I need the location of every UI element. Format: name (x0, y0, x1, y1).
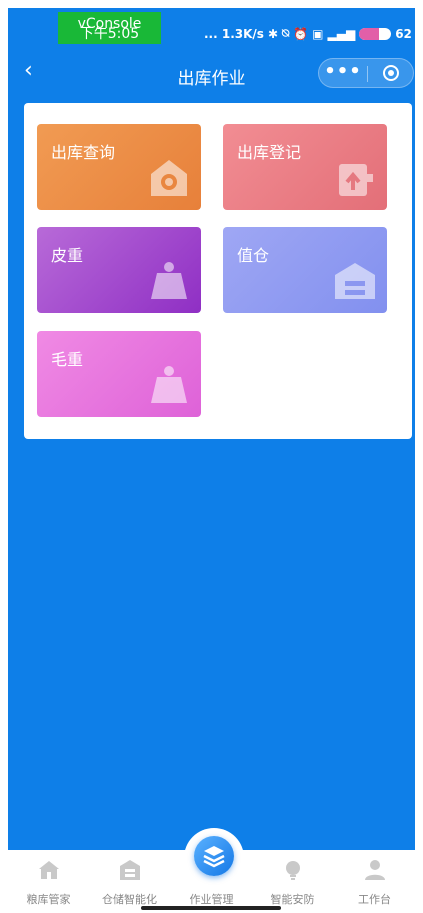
tile-label: 出库查询 (51, 143, 116, 162)
nav-bar: ‹ 出库作业 ••• (8, 54, 415, 94)
home-indicator (141, 906, 281, 910)
layers-icon-glyph (203, 846, 225, 868)
battery-percent: 62 (395, 26, 412, 41)
function-card: 出库查询 出库登记 皮重 值仓 毛重 (24, 103, 412, 439)
network-speed: ... 1.3K/s (204, 26, 264, 41)
bulb-icon (285, 861, 300, 880)
user-icon (364, 860, 385, 880)
tile-label: 毛重 (51, 350, 84, 369)
weight-icon (151, 366, 187, 403)
mute-icon: ⍉ (282, 26, 290, 40)
tile-outbound-register[interactable]: 出库登记 (223, 124, 387, 210)
tile-gross-weight[interactable]: 毛重 (37, 331, 201, 417)
battery-icon (359, 27, 392, 40)
tab-label: 粮库管家 (26, 893, 71, 906)
signal-icon: ▂▄▆ (327, 26, 356, 41)
status-indicators: ... 1.3K/s ✱ ⍉ ⏰ ▣ ▂▄▆ 62% (204, 26, 415, 41)
close-target-icon[interactable] (383, 65, 399, 81)
more-icon[interactable]: ••• (319, 61, 367, 82)
tab-label: 智能安防 (270, 893, 315, 906)
battery-fill (359, 27, 380, 40)
vconsole-button[interactable]: vConsole 下午5:05 (58, 12, 161, 44)
layers-icon[interactable] (194, 836, 234, 876)
tab-label: 作业管理 (189, 893, 234, 906)
mini-program-capsule: ••• (318, 58, 414, 88)
tab-storage-smart[interactable]: 仓储智能化 (89, 850, 170, 913)
status-bar: vConsole 下午5:05 ... 1.3K/s ✱ ⍉ ⏰ ▣ ▂▄▆ 6… (8, 8, 415, 44)
tile-tare-weight[interactable]: 皮重 (37, 227, 201, 313)
home-search-icon (151, 160, 187, 196)
home-icon (38, 861, 59, 879)
upload-doc-icon (339, 164, 373, 196)
tab-workbench[interactable]: 工作台 (334, 850, 415, 913)
bluetooth-icon: ✱ (267, 26, 278, 41)
hd-icon: ▣ (312, 26, 324, 41)
capsule-divider (367, 66, 368, 82)
status-time: 下午5:05 (79, 26, 140, 42)
tile-label: 值仓 (237, 246, 270, 265)
tab-smart-security[interactable]: 智能安防 (252, 850, 333, 913)
tile-label: 出库登记 (237, 143, 302, 162)
warehouse-icon (335, 263, 375, 299)
tile-warehouse-duty[interactable]: 值仓 (223, 227, 387, 313)
alarm-icon: ⏰ (293, 26, 309, 41)
tile-outbound-query[interactable]: 出库查询 (37, 124, 201, 210)
tab-grain-manager[interactable]: 粮库管家 (8, 850, 89, 913)
tile-label: 皮重 (51, 246, 84, 265)
tab-label: 仓储智能化 (102, 893, 157, 906)
tab-label: 工作台 (358, 893, 391, 906)
warehouse-icon (119, 860, 140, 880)
weight-icon (151, 262, 187, 299)
phone-screen: vConsole 下午5:05 ... 1.3K/s ✱ ⍉ ⏰ ▣ ▂▄▆ 6… (8, 8, 415, 913)
